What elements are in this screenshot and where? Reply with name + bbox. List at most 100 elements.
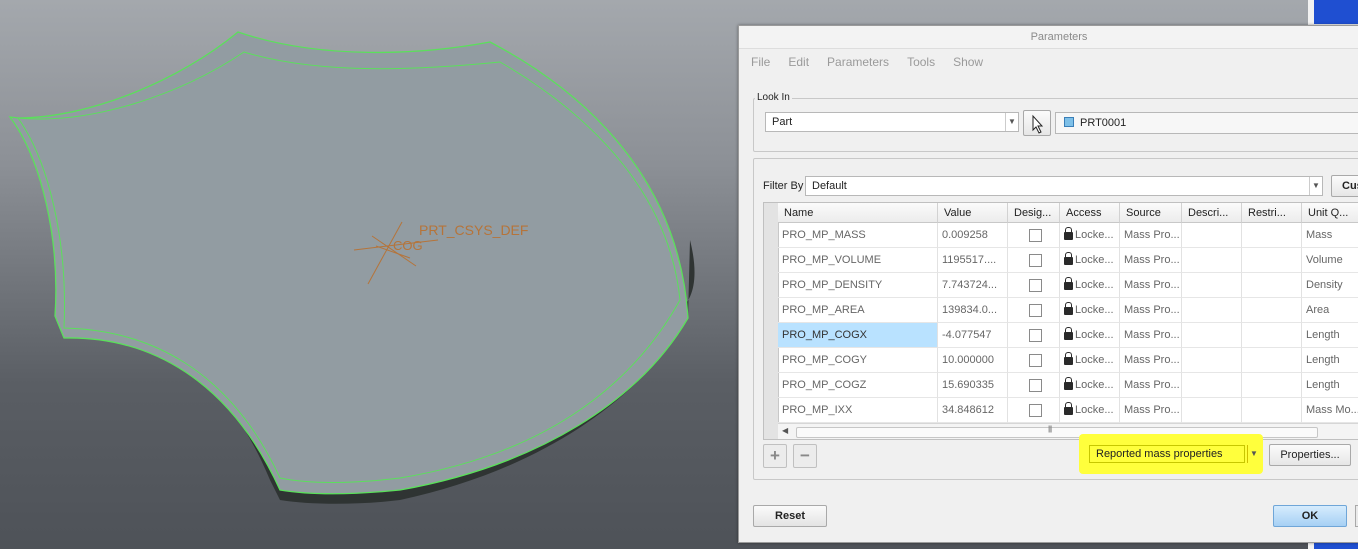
cell-value[interactable]: 15.690335 (938, 373, 1008, 398)
designate-checkbox[interactable] (1029, 403, 1042, 417)
cell-description[interactable] (1182, 248, 1242, 273)
menu-show[interactable]: Show (953, 55, 983, 69)
add-parameter-button[interactable]: + (763, 444, 787, 468)
column-header-access[interactable]: Access (1060, 203, 1120, 223)
cell-access[interactable]: Locke... (1060, 223, 1120, 248)
cell-value[interactable]: 10.000000 (938, 348, 1008, 373)
designate-checkbox[interactable] (1029, 378, 1042, 392)
select-pointer-button[interactable] (1023, 110, 1051, 136)
designate-checkbox[interactable] (1029, 328, 1042, 342)
cell-restriction[interactable] (1242, 323, 1302, 348)
menu-file[interactable]: File (751, 55, 770, 69)
chevron-down-icon[interactable]: ▼ (1309, 177, 1322, 195)
cell-restriction[interactable] (1242, 373, 1302, 398)
menu-tools[interactable]: Tools (907, 55, 935, 69)
column-header-value[interactable]: Value (938, 203, 1008, 223)
cell-name[interactable]: PRO_MP_DENSITY (778, 273, 938, 298)
cell-unit[interactable]: Mass (1302, 223, 1358, 248)
look-in-type-select[interactable]: Part ▼ (765, 112, 1019, 132)
chevron-down-icon[interactable]: ▼ (1005, 113, 1018, 131)
column-header-unit[interactable]: Unit Q... (1302, 203, 1358, 223)
cell-access[interactable]: Locke... (1060, 323, 1120, 348)
column-header-restriction[interactable]: Restri... (1242, 203, 1302, 223)
properties-button[interactable]: Properties... (1269, 444, 1351, 466)
cell-access[interactable]: Locke... (1060, 298, 1120, 323)
remove-parameter-button[interactable]: − (793, 444, 817, 468)
cell-source[interactable]: Mass Pro... (1120, 348, 1182, 373)
cell-access[interactable]: Locke... (1060, 398, 1120, 423)
cell-restriction[interactable] (1242, 348, 1302, 373)
column-header-description[interactable]: Descri... (1182, 203, 1242, 223)
cell-unit[interactable]: Volume (1302, 248, 1358, 273)
model-viewport[interactable]: COG PRT_CSYS_DEF (0, 0, 740, 549)
cell-unit[interactable]: Density (1302, 273, 1358, 298)
cell-access[interactable]: Locke... (1060, 373, 1120, 398)
model-name-field[interactable]: PRT0001 (1055, 112, 1358, 134)
cell-restriction[interactable] (1242, 248, 1302, 273)
cell-restriction[interactable] (1242, 223, 1302, 248)
customize-button[interactable]: Cus (1331, 175, 1358, 197)
cell-description[interactable] (1182, 273, 1242, 298)
cell-name[interactable]: PRO_MP_COGY (778, 348, 938, 373)
cell-description[interactable] (1182, 298, 1242, 323)
cell-value[interactable]: 34.848612 (938, 398, 1008, 423)
cell-value[interactable]: -4.077547 (938, 323, 1008, 348)
cell-source[interactable]: Mass Pro... (1120, 248, 1182, 273)
cell-name[interactable]: PRO_MP_MASS (778, 223, 938, 248)
cell-description[interactable] (1182, 348, 1242, 373)
cell-designate[interactable] (1008, 273, 1060, 298)
cell-designate[interactable] (1008, 398, 1060, 423)
cell-access[interactable]: Locke... (1060, 248, 1120, 273)
cell-source[interactable]: Mass Pro... (1120, 373, 1182, 398)
cell-name[interactable]: PRO_MP_COGZ (778, 373, 938, 398)
cell-restriction[interactable] (1242, 298, 1302, 323)
reported-properties-select[interactable]: Reported mass properties (1089, 445, 1245, 463)
ok-button[interactable]: OK (1273, 505, 1347, 527)
cell-designate[interactable] (1008, 223, 1060, 248)
filter-by-select[interactable]: Default ▼ (805, 176, 1323, 196)
cell-designate[interactable] (1008, 373, 1060, 398)
designate-checkbox[interactable] (1029, 278, 1042, 292)
cell-designate[interactable] (1008, 248, 1060, 273)
designate-checkbox[interactable] (1029, 228, 1042, 242)
column-header-designate[interactable]: Desig... (1008, 203, 1060, 223)
cell-name[interactable]: PRO_MP_VOLUME (778, 248, 938, 273)
horizontal-scrollbar[interactable]: ◀ |||| (778, 423, 1358, 439)
cell-designate[interactable] (1008, 298, 1060, 323)
cell-source[interactable]: Mass Pro... (1120, 223, 1182, 248)
cell-restriction[interactable] (1242, 273, 1302, 298)
designate-checkbox[interactable] (1029, 253, 1042, 267)
cell-description[interactable] (1182, 398, 1242, 423)
cell-designate[interactable] (1008, 323, 1060, 348)
column-header-name[interactable]: Name (778, 203, 938, 223)
designate-checkbox[interactable] (1029, 303, 1042, 317)
cell-description[interactable] (1182, 223, 1242, 248)
cell-description[interactable] (1182, 323, 1242, 348)
cell-name[interactable]: PRO_MP_AREA (778, 298, 938, 323)
cell-unit[interactable]: Length (1302, 323, 1358, 348)
cell-value[interactable]: 0.009258 (938, 223, 1008, 248)
cell-source[interactable]: Mass Pro... (1120, 273, 1182, 298)
cell-source[interactable]: Mass Pro... (1120, 298, 1182, 323)
cell-name[interactable]: PRO_MP_IXX (778, 398, 938, 423)
part-model-graphic[interactable]: COG PRT_CSYS_DEF (0, 0, 740, 549)
designate-checkbox[interactable] (1029, 353, 1042, 367)
cell-source[interactable]: Mass Pro... (1120, 323, 1182, 348)
cell-unit[interactable]: Length (1302, 348, 1358, 373)
cell-value[interactable]: 139834.0... (938, 298, 1008, 323)
scroll-left-icon[interactable]: ◀ (782, 426, 788, 435)
cell-description[interactable] (1182, 373, 1242, 398)
cell-name[interactable]: PRO_MP_COGX (778, 323, 938, 348)
cell-unit[interactable]: Area (1302, 298, 1358, 323)
menu-edit[interactable]: Edit (788, 55, 809, 69)
cell-unit[interactable]: Length (1302, 373, 1358, 398)
chevron-down-icon[interactable]: ▼ (1247, 445, 1260, 463)
column-header-source[interactable]: Source (1120, 203, 1182, 223)
cell-value[interactable]: 1195517.... (938, 248, 1008, 273)
cell-access[interactable]: Locke... (1060, 348, 1120, 373)
cell-unit[interactable]: Mass Mo... (1302, 398, 1358, 423)
cell-restriction[interactable] (1242, 398, 1302, 423)
cell-source[interactable]: Mass Pro... (1120, 398, 1182, 423)
cell-designate[interactable] (1008, 348, 1060, 373)
cell-access[interactable]: Locke... (1060, 273, 1120, 298)
